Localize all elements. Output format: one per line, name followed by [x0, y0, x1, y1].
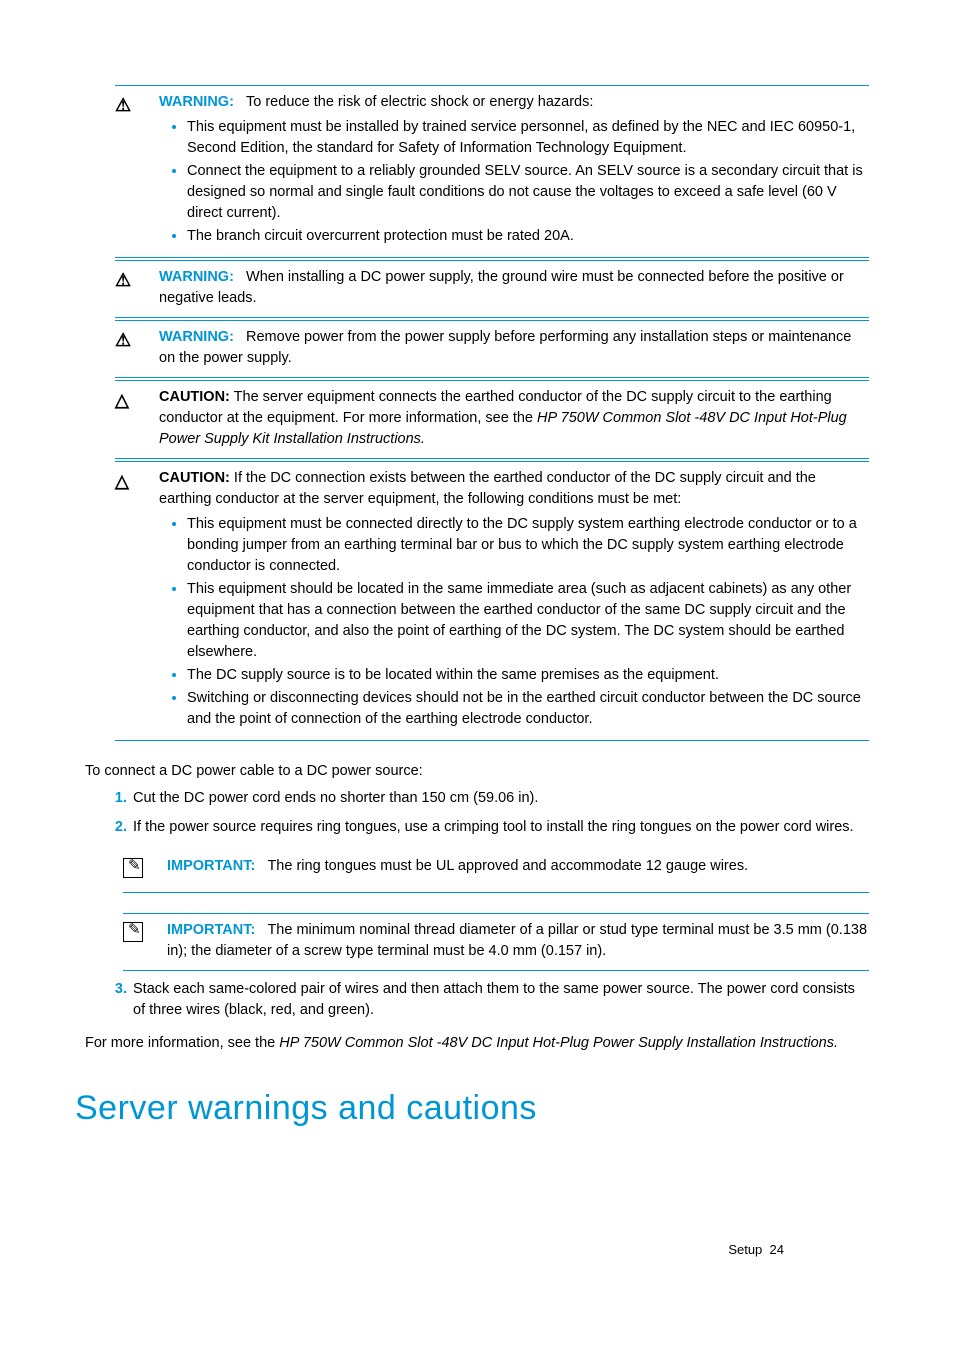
section-heading: Server warnings and cautions — [75, 1084, 869, 1133]
notice-label: WARNING: — [159, 329, 234, 345]
step-item: Stack each same-colored pair of wires an… — [131, 979, 869, 1021]
list-item: Switching or disconnecting devices shoul… — [187, 688, 869, 730]
steps-intro: To connect a DC power cable to a DC powe… — [85, 761, 869, 782]
warning-block: ⚠ WARNING: Remove power from the power s… — [115, 320, 869, 378]
important-block: IMPORTANT: The minimum nominal thread di… — [123, 913, 869, 971]
notice-body: CAUTION: If the DC connection exists bet… — [159, 468, 869, 732]
footer-section: Setup — [728, 1242, 762, 1257]
notice-label: IMPORTANT: — [167, 922, 255, 938]
list-item: Connect the equipment to a reliably grou… — [187, 161, 869, 224]
more-info-italic: HP 750W Common Slot -48V DC Input Hot-Pl… — [279, 1035, 838, 1051]
list-item: The DC supply source is to be located wi… — [187, 665, 869, 686]
notice-body: WARNING: When installing a DC power supp… — [159, 267, 869, 309]
list-item: The branch circuit overcurrent protectio… — [187, 226, 869, 247]
notice-text: When installing a DC power supply, the g… — [159, 269, 844, 306]
list-item: This equipment must be installed by trai… — [187, 117, 869, 159]
notice-list: This equipment must be connected directl… — [159, 514, 869, 730]
notice-intro: If the DC connection exists between the … — [159, 470, 816, 507]
page-footer: Setup 24 — [728, 1241, 784, 1260]
warning-block: ⚠ WARNING: To reduce the risk of electri… — [115, 85, 869, 258]
warning-block: ⚠ WARNING: When installing a DC power su… — [115, 260, 869, 318]
warning-icon: ⚠ — [115, 267, 159, 309]
notice-label: CAUTION: — [159, 470, 230, 486]
important-block: IMPORTANT: The ring tongues must be UL a… — [123, 850, 869, 892]
list-item: This equipment must be connected directl… — [187, 514, 869, 577]
warning-icon: ⚠ — [115, 92, 159, 249]
notice-body: IMPORTANT: The ring tongues must be UL a… — [167, 856, 748, 883]
notice-text: Remove power from the power supply befor… — [159, 329, 851, 366]
notice-text: The ring tongues must be UL approved and… — [267, 858, 748, 874]
steps-list: Cut the DC power cord ends no shorter th… — [85, 788, 869, 1020]
notice-label: WARNING: — [159, 94, 234, 110]
warning-icon: ⚠ — [115, 327, 159, 369]
caution-block: △ CAUTION: If the DC connection exists b… — [115, 461, 869, 741]
notice-label: CAUTION: — [159, 389, 230, 405]
notice-body: WARNING: Remove power from the power sup… — [159, 327, 869, 369]
list-item: This equipment should be located in the … — [187, 579, 869, 663]
step-text: If the power source requires ring tongue… — [133, 819, 854, 835]
notice-body: IMPORTANT: The minimum nominal thread di… — [167, 920, 869, 962]
more-info-pre: For more information, see the — [85, 1035, 279, 1051]
caution-block: △ CAUTION: The server equipment connects… — [115, 380, 869, 459]
more-info: For more information, see the HP 750W Co… — [85, 1033, 869, 1054]
step-text: Cut the DC power cord ends no shorter th… — [133, 790, 538, 806]
notice-body: CAUTION: The server equipment connects t… — [159, 387, 869, 450]
step-text: Stack each same-colored pair of wires an… — [133, 981, 855, 1018]
notice-label: IMPORTANT: — [167, 858, 255, 874]
notice-body: WARNING: To reduce the risk of electric … — [159, 92, 869, 249]
step-item: Cut the DC power cord ends no shorter th… — [131, 788, 869, 809]
caution-icon: △ — [115, 387, 159, 450]
notice-intro: To reduce the risk of electric shock or … — [246, 94, 593, 110]
important-icon — [123, 920, 167, 962]
step-item: If the power source requires ring tongue… — [131, 817, 869, 970]
notice-text: The minimum nominal thread diameter of a… — [167, 922, 867, 959]
caution-icon: △ — [115, 468, 159, 732]
notice-label: WARNING: — [159, 269, 234, 285]
footer-page-number: 24 — [770, 1242, 784, 1257]
important-icon — [123, 856, 167, 883]
notice-list: This equipment must be installed by trai… — [159, 117, 869, 247]
